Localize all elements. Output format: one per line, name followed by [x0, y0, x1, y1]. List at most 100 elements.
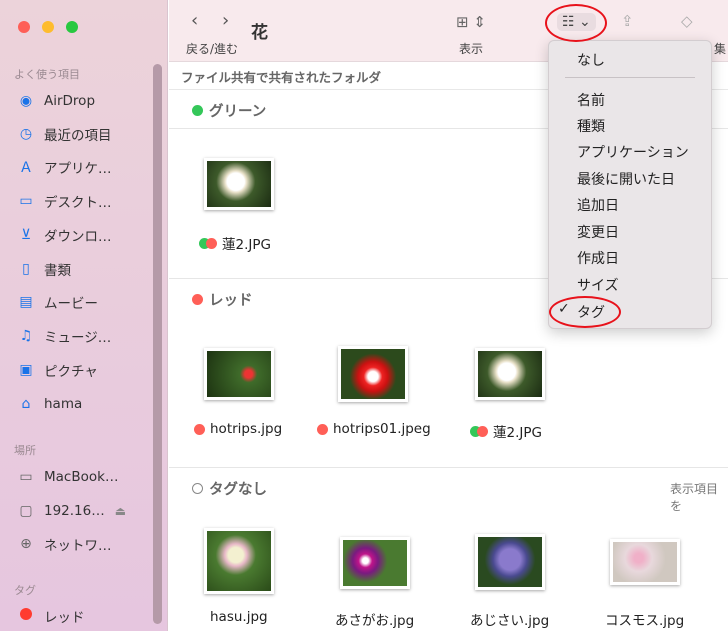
label: ダウンロ…	[44, 229, 112, 245]
file-name: コスモス.jpg	[605, 613, 685, 629]
forward-button[interactable]: ›	[222, 10, 229, 31]
file-name: hasu.jpg	[210, 609, 268, 625]
tag-icon[interactable]: ◇	[681, 12, 693, 30]
nav-label: 戻る/進む	[186, 42, 239, 56]
sidebar-item-movies[interactable]: ▤ ムービー	[16, 290, 156, 314]
divider	[169, 467, 728, 468]
minimize-button[interactable]	[42, 21, 54, 33]
label: hama	[44, 396, 83, 412]
file-item[interactable]: 蓮2.JPG	[199, 233, 271, 253]
file-name: あさがお.jpg	[335, 613, 415, 629]
menu-separator	[565, 77, 695, 78]
file-thumbnail[interactable]	[204, 348, 274, 400]
photo-icon: ▣	[19, 362, 33, 378]
empty-tag-dot	[192, 483, 203, 494]
show-items-link[interactable]: 表示項目を	[670, 480, 728, 514]
highlight-annotation	[545, 4, 607, 42]
file-item[interactable]: あじさい.jpg	[470, 609, 549, 629]
menu-item-date-modified[interactable]: 変更日	[577, 222, 619, 242]
back-button[interactable]: ‹	[191, 10, 198, 31]
tag-dot	[317, 423, 328, 435]
sidebar-item-macbook[interactable]: ▭ MacBook…	[16, 465, 156, 489]
file-name: hotrips.jpg	[210, 421, 283, 437]
file-item[interactable]: hotrips01.jpeg	[317, 421, 431, 437]
music-icon: ♫	[19, 328, 33, 344]
file-thumbnail[interactable]	[475, 534, 545, 590]
sidebar-item-tag-red[interactable]: レッド	[16, 604, 156, 628]
tag-dot	[206, 237, 217, 249]
window-title: 花	[251, 23, 268, 43]
close-button[interactable]	[18, 21, 30, 33]
menu-item-date-added[interactable]: 追加日	[577, 195, 619, 215]
file-item[interactable]: 蓮2.JPG	[470, 421, 542, 441]
menu-item-name[interactable]: 名前	[577, 90, 605, 110]
view-toggle-button[interactable]: ⊞ ⇕	[456, 13, 486, 31]
file-thumbnail[interactable]	[204, 528, 274, 594]
file-item[interactable]: hasu.jpg	[210, 609, 268, 625]
sidebar-item-music[interactable]: ♫ ミュージ…	[16, 324, 156, 348]
sidebar-item-desktop[interactable]: ▭ デスクト…	[16, 189, 156, 213]
group-title: レッド	[209, 293, 253, 309]
sidebar-item-recents[interactable]: ◷ 最近の項目	[16, 122, 156, 146]
red-tag-dot	[192, 294, 203, 305]
file-name: 蓮2.JPG	[493, 425, 542, 441]
menu-item-kind[interactable]: 種類	[577, 116, 605, 136]
server-icon: ▢	[19, 503, 33, 519]
file-thumbnail[interactable]	[340, 537, 410, 589]
group-title: グリーン	[209, 104, 267, 120]
locations-header: 場所	[14, 444, 36, 457]
label: 最近の項目	[44, 128, 112, 144]
menu-item-date-created[interactable]: 作成日	[577, 248, 619, 268]
file-thumbnail[interactable]	[338, 346, 408, 402]
sidebar-item-applications[interactable]: Ａ アプリケ…	[16, 155, 156, 179]
label: 書類	[44, 263, 71, 279]
label: MacBook…	[44, 469, 119, 485]
file-item[interactable]: あさがお.jpg	[335, 609, 414, 629]
group-header-untagged: タグなし	[192, 478, 267, 499]
red-tag-icon	[16, 608, 36, 624]
film-icon: ▤	[19, 294, 33, 310]
group-header-red: レッド	[192, 289, 253, 310]
file-name: あじさい.jpg	[470, 613, 550, 629]
eject-icon[interactable]: ⏏	[115, 504, 126, 518]
menu-item-application[interactable]: アプリケーション	[577, 142, 689, 162]
favorites-header: よく使う項目	[14, 68, 80, 81]
label: ネットワ…	[44, 538, 112, 554]
sidebar: よく使う項目 ◉ AirDrop ◷ 最近の項目 Ａ アプリケ… ▭ デスクト… ⊻ ダウ…	[0, 0, 168, 631]
tags-header: タグ	[14, 584, 36, 597]
label: ピクチャ	[44, 364, 98, 380]
sidebar-item-network[interactable]: ⊕ ネットワ…	[16, 532, 156, 556]
sidebar-scrollbar[interactable]	[153, 64, 162, 624]
label: AirDrop	[44, 93, 96, 109]
sidebar-item-pictures[interactable]: ▣ ピクチャ	[16, 358, 156, 382]
label: ムービー	[44, 296, 98, 312]
menu-item-none[interactable]: なし	[577, 50, 605, 70]
home-icon: ⌂	[21, 396, 31, 412]
label: レッド	[44, 610, 85, 626]
view-label: 表示	[459, 42, 484, 56]
label: デスクト…	[44, 195, 112, 211]
tag-dot	[477, 425, 488, 437]
file-thumbnail[interactable]	[204, 158, 274, 210]
file-item[interactable]: hotrips.jpg	[194, 421, 282, 437]
clock-icon: ◷	[19, 126, 33, 142]
share-icon[interactable]: ⇪	[621, 12, 634, 30]
zoom-button[interactable]	[66, 21, 78, 33]
group-by-menu: なし 名前 種類 アプリケーション 最後に開いた日 追加日 変更日 作成日 サイ…	[548, 40, 712, 329]
green-tag-dot	[192, 105, 203, 116]
sidebar-item-airdrop[interactable]: ◉ AirDrop	[16, 89, 156, 113]
label: ミュージ…	[44, 330, 112, 346]
sidebar-item-server[interactable]: ▢ 192.16… ⏏	[16, 499, 156, 523]
file-thumbnail[interactable]	[610, 539, 680, 585]
menu-item-last-opened[interactable]: 最後に開いた日	[577, 169, 675, 189]
file-item[interactable]: コスモス.jpg	[605, 609, 684, 629]
tag-dot	[194, 423, 205, 435]
sidebar-item-downloads[interactable]: ⊻ ダウンロ…	[16, 223, 156, 247]
menu-item-size[interactable]: サイズ	[577, 275, 619, 295]
file-thumbnail[interactable]	[475, 348, 545, 400]
edit-label: 集	[714, 42, 727, 56]
file-name: 蓮2.JPG	[222, 237, 271, 253]
sidebar-item-home[interactable]: ⌂ hama	[16, 392, 156, 416]
desktop-icon: ▭	[19, 193, 33, 209]
sidebar-item-documents[interactable]: ▯ 書類	[16, 257, 156, 281]
